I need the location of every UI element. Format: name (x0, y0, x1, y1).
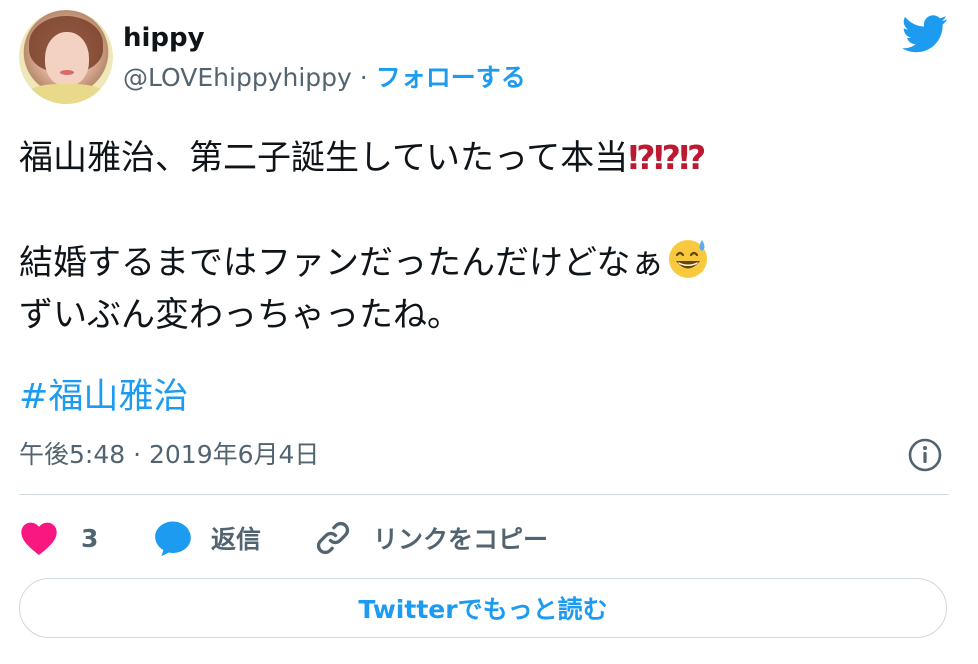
avatar-shirt (25, 84, 107, 104)
like-count: 3 (81, 523, 99, 553)
speech-bubble-icon (155, 521, 191, 557)
divider (19, 494, 949, 495)
handle-separator: · (359, 63, 368, 92)
tweet-line-3: ずいぶん変わっちゃったね。 (19, 295, 461, 335)
tweet-line-2: 結婚するまではファンだったんだけどなぁ (19, 243, 665, 283)
read-more-button[interactable]: Twitterでもっと読む (19, 578, 947, 638)
tweet-line-1: 福山雅治、第二子誕生していたって本当 (19, 138, 629, 178)
tweet-timestamp[interactable]: 午後5:48 · 2019年6月4日 (19, 437, 319, 473)
display-name[interactable]: hippy (123, 20, 205, 56)
tweet-text: 福山雅治、第二子誕生していたって本当⁉⁉⁉ 結婚するまではファンだったんだけどな… (19, 132, 939, 341)
like-button[interactable]: 3 (19, 516, 98, 560)
link-icon (316, 521, 350, 555)
grinning-sweat-emoji-icon (666, 236, 710, 280)
avatar-face (45, 32, 89, 86)
twitter-bird-icon[interactable] (902, 15, 948, 53)
hashtag-link[interactable]: #福山雅治 (19, 372, 188, 422)
interrobang-emoji: ⁉⁉⁉ (628, 138, 706, 177)
handle-line: @LOVEhippyhippy · フォローする (123, 60, 526, 96)
follow-button[interactable]: フォローする (376, 63, 526, 92)
tweet-card: hippy @LOVEhippyhippy · フォローする 福山雅治、第二子誕… (0, 0, 978, 664)
copy-link-button[interactable]: リンクをコピー (313, 516, 548, 560)
info-icon[interactable] (907, 437, 943, 473)
heart-icon (21, 522, 57, 556)
reply-button[interactable]: 返信 (153, 516, 261, 560)
avatar-lips (60, 70, 74, 75)
action-bar: 3 返信 リンクをコピー (19, 516, 949, 560)
copy-link-label: リンクをコピー (373, 525, 549, 554)
user-handle[interactable]: @LOVEhippyhippy (123, 63, 352, 92)
reply-label: 返信 (211, 525, 262, 554)
avatar[interactable] (19, 10, 113, 104)
